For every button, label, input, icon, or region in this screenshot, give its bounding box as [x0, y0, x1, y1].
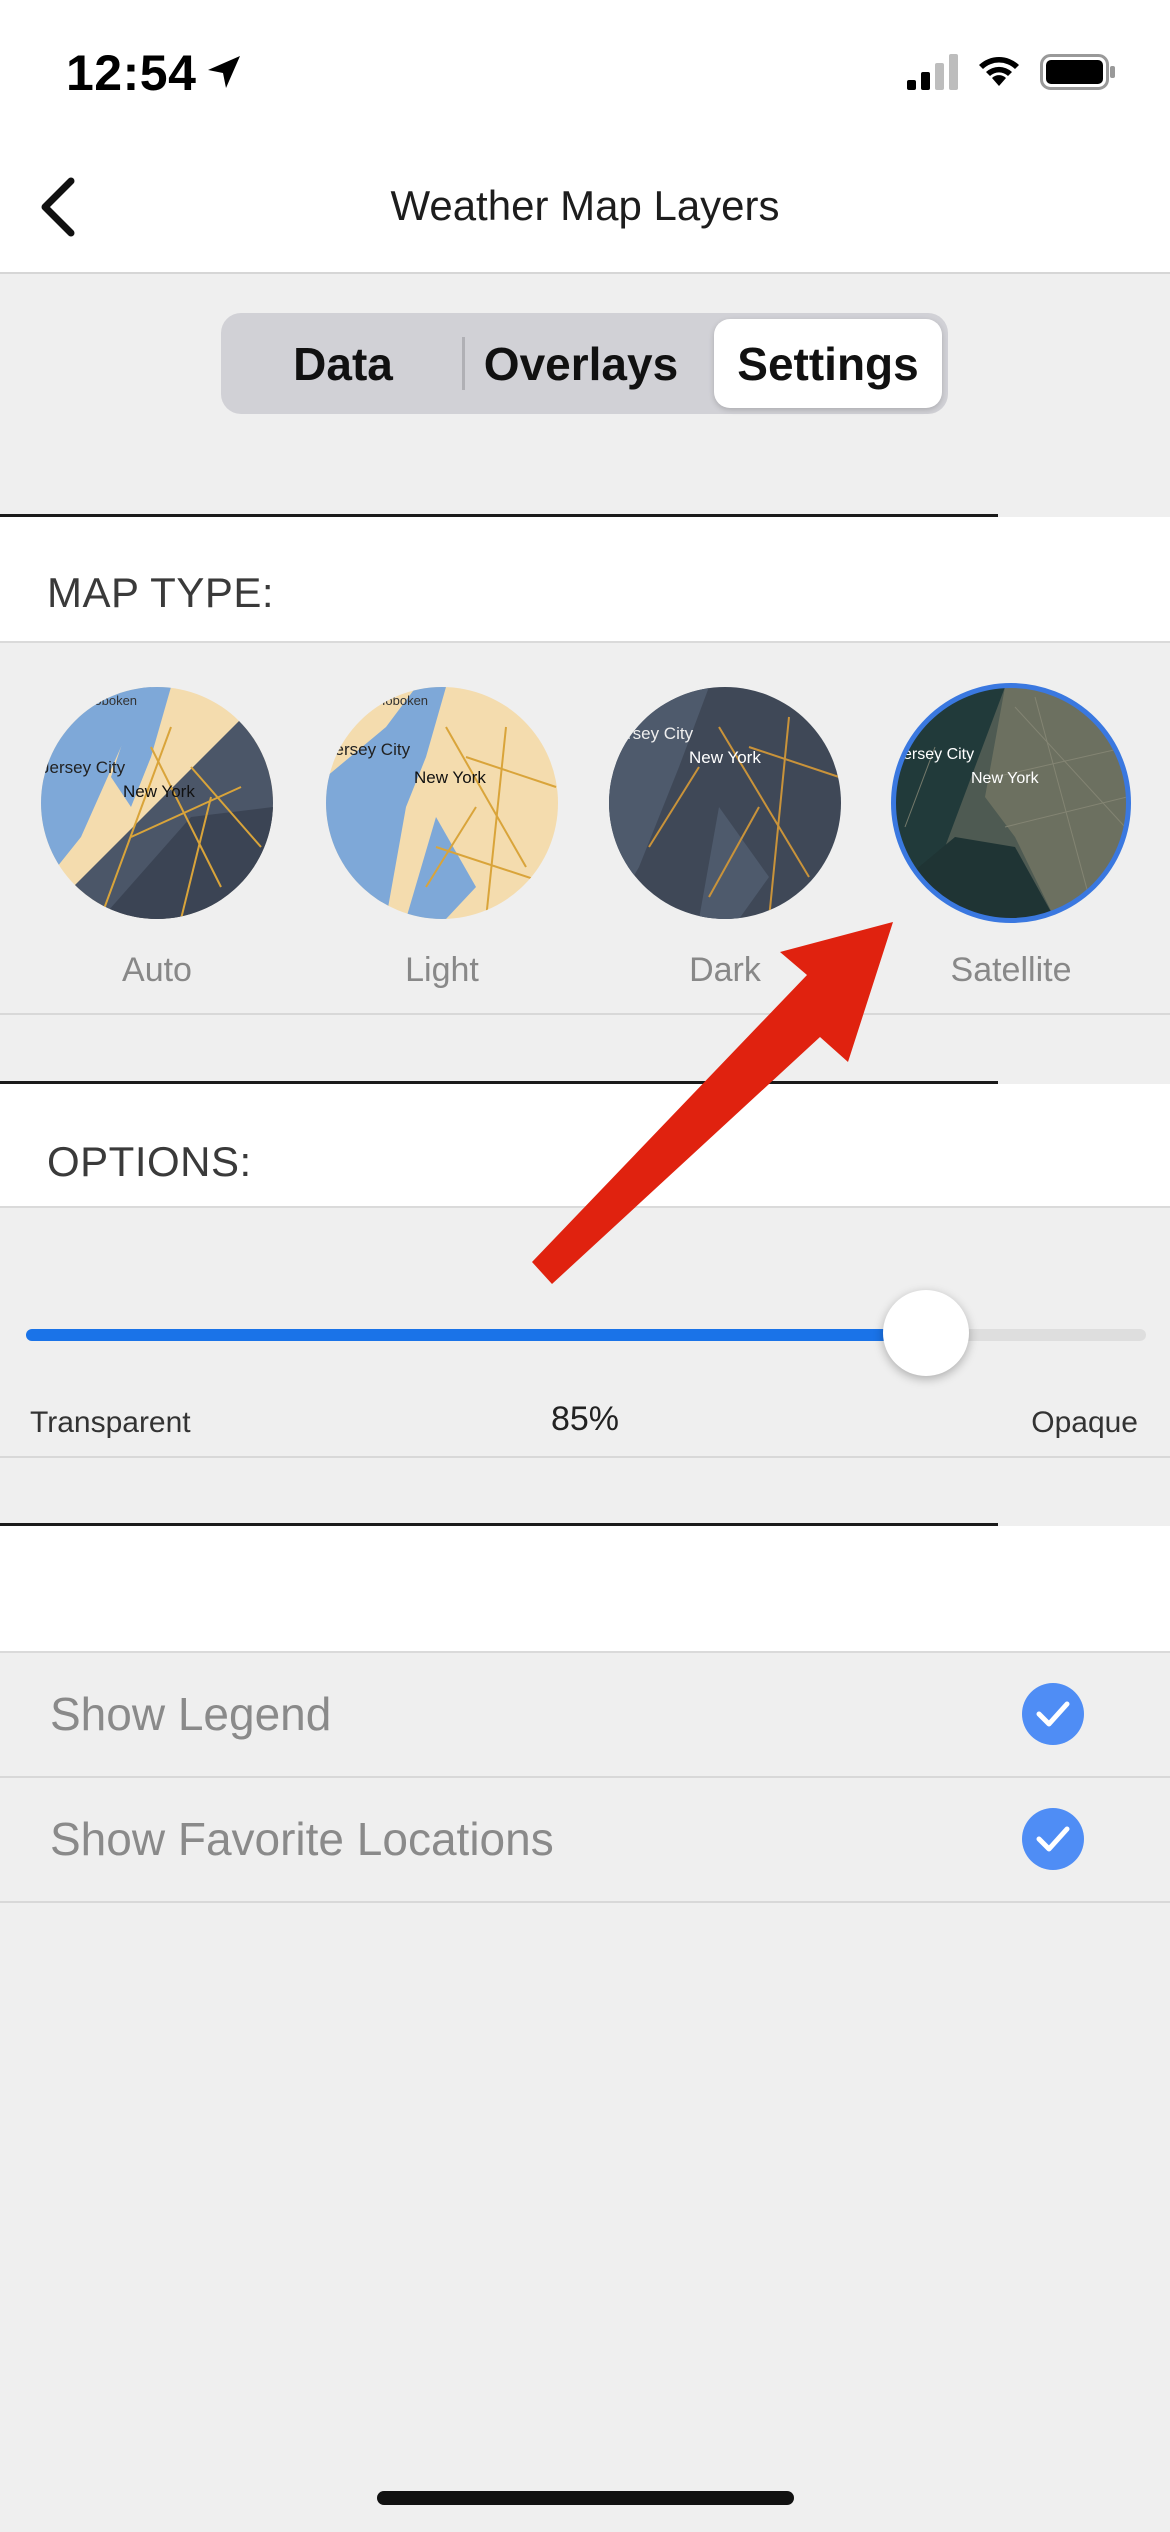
wifi-icon [979, 57, 1019, 86]
map-option-dark[interactable]: Jersey City New York Dark [605, 687, 845, 989]
toggle-label: Show Legend [50, 1688, 332, 1740]
map-option-label: Satellite [950, 951, 1072, 989]
segmented-control: Data Overlays Settings [221, 313, 948, 414]
opacity-slider-fill [26, 1329, 926, 1341]
nav-bar: Weather Map Layers [0, 150, 1170, 274]
opacity-slider-area: Transparent 85% Opaque [0, 1208, 1170, 1458]
home-indicator [377, 2491, 794, 2505]
options-header: OPTIONS: [0, 1084, 1170, 1208]
toggle-label: Show Favorite Locations [50, 1813, 554, 1865]
checkmark-icon[interactable] [1022, 1683, 1084, 1745]
map-option-light[interactable]: Jersey City New York Hoboken Light [322, 687, 562, 989]
map-label-text: New York [971, 770, 1040, 787]
tab-settings[interactable]: Settings [714, 319, 942, 408]
map-type-row: Jersey City New York Hoboken Auto Jersey… [0, 643, 1170, 1015]
map-option-auto[interactable]: Jersey City New York Hoboken Auto [37, 687, 277, 989]
map-label-text: New York [689, 748, 761, 767]
tab-data[interactable]: Data [227, 319, 459, 408]
checkmark-icon[interactable] [1022, 1808, 1084, 1870]
battery-icon [1040, 54, 1115, 90]
opacity-slider-thumb[interactable] [883, 1290, 969, 1376]
map-thumbnail-light: Jersey City New York Hoboken [326, 687, 558, 919]
opacity-slider-track[interactable] [26, 1329, 1146, 1341]
map-type-header: MAP TYPE: [0, 517, 1170, 643]
map-label-text: Hoboken [85, 693, 137, 708]
cellular-signal-icon [907, 54, 958, 90]
map-thumbnail-satellite: Jersey City New York [891, 683, 1131, 923]
map-label-text: Jersey City [41, 758, 126, 777]
options-title: OPTIONS: [47, 1138, 252, 1185]
map-label-text: Jersey City [326, 740, 411, 759]
status-time: 12:54 [66, 45, 197, 101]
map-label-text: Jersey City [609, 724, 694, 743]
spacer-block [0, 1526, 1170, 1653]
tab-overlays[interactable]: Overlays [465, 319, 697, 408]
map-option-satellite[interactable]: Jersey City New York Satellite [891, 683, 1131, 989]
map-option-label: Auto [122, 951, 192, 989]
map-option-label: Dark [689, 951, 761, 989]
slider-value-label: 85% [550, 1400, 620, 1438]
toggle-row-show-favorite-locations[interactable]: Show Favorite Locations [0, 1778, 1170, 1903]
map-thumbnail-dark: Jersey City New York [609, 687, 841, 919]
map-label-text: New York [414, 768, 486, 787]
slider-max-label: Opaque [1031, 1406, 1138, 1439]
map-label-text: Hoboken [376, 693, 428, 708]
map-label-text: Jersey City [895, 746, 974, 763]
toggle-row-show-legend[interactable]: Show Legend [0, 1653, 1170, 1778]
map-type-title: MAP TYPE: [47, 569, 275, 616]
map-thumbnail-auto: Jersey City New York Hoboken [41, 687, 273, 919]
location-arrow-icon [208, 56, 240, 88]
map-label-text: New York [123, 782, 195, 801]
map-option-label: Light [405, 951, 479, 989]
page-title: Weather Map Layers [390, 182, 780, 229]
status-bar: 12:54 [0, 0, 1170, 150]
